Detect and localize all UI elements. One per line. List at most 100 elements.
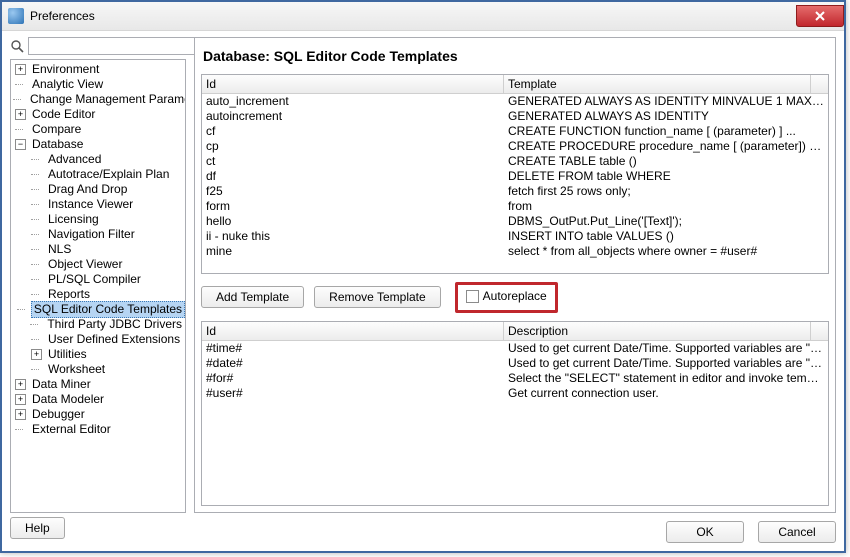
tree-item-label: SQL Editor Code Templates xyxy=(31,301,185,318)
tree-connector xyxy=(31,332,42,347)
search-row xyxy=(10,37,186,55)
tree-item[interactable]: +Data Modeler xyxy=(13,392,185,407)
templates-header-id[interactable]: Id xyxy=(202,75,504,93)
variables-header-id[interactable]: Id xyxy=(202,322,504,340)
table-row[interactable]: cfCREATE FUNCTION function_name [ (param… xyxy=(202,124,828,139)
titlebar[interactable]: Preferences xyxy=(2,2,844,31)
tree-item[interactable]: Object Viewer xyxy=(13,257,185,272)
table-row[interactable]: formfrom xyxy=(202,199,828,214)
tree-connector xyxy=(31,362,42,377)
tree-item[interactable]: +Utilities xyxy=(13,347,185,362)
tree-item[interactable]: Compare xyxy=(13,122,185,137)
tree-item-label: PL/SQL Compiler xyxy=(45,272,144,287)
tree-connector xyxy=(31,287,42,302)
app-icon xyxy=(8,8,24,24)
tree-connector xyxy=(31,197,42,212)
expand-icon[interactable]: + xyxy=(31,349,42,360)
template-value-cell: GENERATED ALWAYS AS IDENTITY xyxy=(504,109,828,124)
category-tree: +EnvironmentAnalytic ViewChange Manageme… xyxy=(10,59,186,513)
expand-icon[interactable]: + xyxy=(15,409,26,420)
tree-item[interactable]: Third Party JDBC Drivers xyxy=(13,317,185,332)
tree-item[interactable]: NLS xyxy=(13,242,185,257)
tree-item[interactable]: Instance Viewer xyxy=(13,197,185,212)
templates-rows[interactable]: auto_incrementGENERATED ALWAYS AS IDENTI… xyxy=(202,94,828,259)
close-button[interactable] xyxy=(796,5,844,27)
table-row[interactable]: mineselect * from all_objects where owne… xyxy=(202,244,828,259)
tree-item[interactable]: Reports xyxy=(13,287,185,302)
tree-item[interactable]: +Data Miner xyxy=(13,377,185,392)
tree-item[interactable]: Navigation Filter xyxy=(13,227,185,242)
tree-connector xyxy=(15,122,26,137)
variable-desc-cell: Select the "SELECT" statement in editor … xyxy=(504,371,828,386)
tree-item[interactable]: +Environment xyxy=(13,62,185,77)
template-id-cell: cp xyxy=(202,139,504,154)
expand-icon[interactable]: + xyxy=(15,64,26,75)
tree-item[interactable]: SQL Editor Code Templates xyxy=(13,302,185,317)
tree-item-label: Data Miner xyxy=(29,377,94,392)
template-id-cell: mine xyxy=(202,244,504,259)
variables-header-desc[interactable]: Description xyxy=(504,322,811,340)
tree-connector xyxy=(31,227,42,242)
variables-grid[interactable]: Id Description #time#Used to get current… xyxy=(201,321,829,507)
templates-grid[interactable]: Id Template auto_incrementGENERATED ALWA… xyxy=(201,74,829,274)
variables-rows[interactable]: #time#Used to get current Date/Time. Sup… xyxy=(202,341,828,401)
remove-template-button[interactable]: Remove Template xyxy=(314,286,441,308)
add-template-button[interactable]: Add Template xyxy=(201,286,304,308)
template-id-cell: autoincrement xyxy=(202,109,504,124)
template-value-cell: DELETE FROM table WHERE xyxy=(504,169,828,184)
tree-item[interactable]: Licensing xyxy=(13,212,185,227)
table-row[interactable]: ii - nuke thisINSERT INTO table VALUES (… xyxy=(202,229,828,244)
tree-item-label: Change Management Parameters xyxy=(27,92,185,107)
search-input[interactable] xyxy=(28,37,213,55)
tree-item-label: Compare xyxy=(29,122,84,137)
tree-item-label: Licensing xyxy=(45,212,102,227)
table-row[interactable]: hello DBMS_OutPut.Put_Line('[Text]'); xyxy=(202,214,828,229)
tree-item-label: Analytic View xyxy=(29,77,106,92)
template-value-cell: CREATE FUNCTION function_name [ (paramet… xyxy=(504,124,828,139)
table-row[interactable]: auto_incrementGENERATED ALWAYS AS IDENTI… xyxy=(202,94,828,109)
tree-item[interactable]: −Database xyxy=(13,137,185,152)
tree-item-label: Advanced xyxy=(45,152,104,167)
table-row[interactable]: #date#Used to get current Date/Time. Sup… xyxy=(202,356,828,371)
autoreplace-checkbox[interactable]: Autoreplace xyxy=(466,289,547,303)
table-row[interactable]: autoincrementGENERATED ALWAYS AS IDENTIT… xyxy=(202,109,828,124)
category-tree-body[interactable]: +EnvironmentAnalytic ViewChange Manageme… xyxy=(11,60,185,512)
tree-item[interactable]: Change Management Parameters xyxy=(13,92,185,107)
close-icon xyxy=(815,11,825,21)
tree-item-label: Drag And Drop xyxy=(45,182,130,197)
tree-item-label: NLS xyxy=(45,242,74,257)
variable-desc-cell: Used to get current Date/Time. Supported… xyxy=(504,356,828,371)
table-row[interactable]: #for#Select the "SELECT" statement in ed… xyxy=(202,371,828,386)
templates-header: Id Template xyxy=(202,75,828,94)
tree-item[interactable]: Analytic View xyxy=(13,77,185,92)
expand-icon[interactable]: + xyxy=(15,379,26,390)
table-row[interactable]: #user#Get current connection user. xyxy=(202,386,828,401)
expand-icon[interactable]: + xyxy=(15,394,26,405)
ok-button[interactable]: OK xyxy=(666,521,744,543)
variable-desc-cell: Get current connection user. xyxy=(504,386,828,401)
tree-item[interactable]: Advanced xyxy=(13,152,185,167)
expand-icon[interactable]: + xyxy=(15,109,26,120)
collapse-icon[interactable]: − xyxy=(15,139,26,150)
help-button[interactable]: Help xyxy=(10,517,65,539)
tree-item[interactable]: Worksheet xyxy=(13,362,185,377)
cancel-button[interactable]: Cancel xyxy=(758,521,836,543)
table-row[interactable]: f25fetch first 25 rows only; xyxy=(202,184,828,199)
tree-item[interactable]: External Editor xyxy=(13,422,185,437)
table-row[interactable]: dfDELETE FROM table WHERE xyxy=(202,169,828,184)
window-body: +EnvironmentAnalytic ViewChange Manageme… xyxy=(2,31,844,551)
variable-id-cell: #for# xyxy=(202,371,504,386)
tree-item-label: Third Party JDBC Drivers xyxy=(44,317,185,332)
tree-item[interactable]: User Defined Extensions xyxy=(13,332,185,347)
tree-item[interactable]: +Code Editor xyxy=(13,107,185,122)
tree-item[interactable]: Drag And Drop xyxy=(13,182,185,197)
table-row[interactable]: #time#Used to get current Date/Time. Sup… xyxy=(202,341,828,356)
templates-header-template[interactable]: Template xyxy=(504,75,811,93)
template-value-cell: CREATE TABLE table () xyxy=(504,154,828,169)
table-row[interactable]: cpCREATE PROCEDURE procedure_name [ (par… xyxy=(202,139,828,154)
table-row[interactable]: ctCREATE TABLE table () xyxy=(202,154,828,169)
tree-item[interactable]: PL/SQL Compiler xyxy=(13,272,185,287)
tree-item[interactable]: Autotrace/Explain Plan xyxy=(13,167,185,182)
tree-item[interactable]: +Debugger xyxy=(13,407,185,422)
autoreplace-highlight: Autoreplace xyxy=(455,282,558,313)
